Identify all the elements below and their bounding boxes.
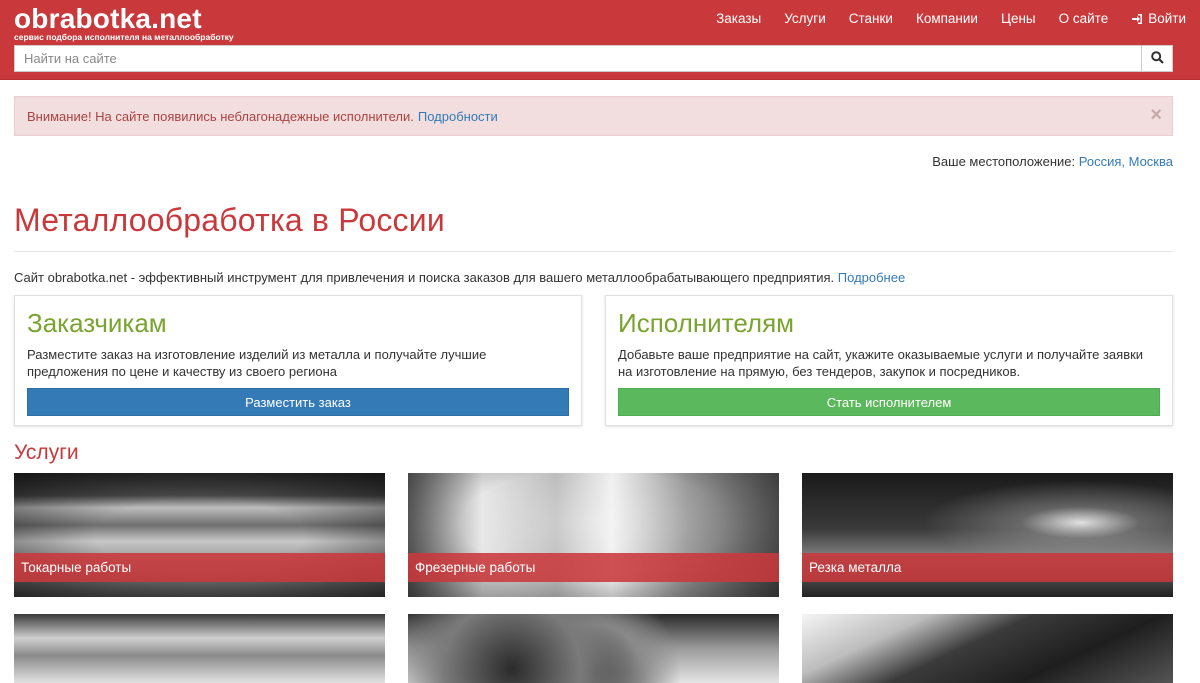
intro-more-link[interactable]: Подробнее <box>838 270 905 285</box>
customers-card: Заказчикам Разместите заказ на изготовле… <box>14 295 582 426</box>
page-title: Металлообработка в России <box>14 202 445 238</box>
close-icon[interactable]: × <box>1150 105 1162 125</box>
alert-details-link[interactable]: Подробности <box>418 109 498 124</box>
warning-alert: Внимание! На сайте появились неблагонаде… <box>14 96 1173 136</box>
nav-machines[interactable]: Станки <box>849 11 893 26</box>
service-tile-5[interactable] <box>408 614 779 683</box>
service-image-4 <box>14 614 385 683</box>
service-tile-label: Фрезерные работы <box>408 553 779 582</box>
location-label: Ваше местоположение: <box>932 154 1076 169</box>
service-tile-turning[interactable]: Токарные работы <box>14 473 385 597</box>
sign-in-icon <box>1131 13 1143 25</box>
customers-card-text: Разместите заказ на изготовление изделий… <box>27 347 487 379</box>
site-header: obrabotka.net сервис подбора исполнителя… <box>0 0 1200 80</box>
nav-companies[interactable]: Компании <box>916 11 978 26</box>
search-icon <box>1150 50 1164 67</box>
customers-card-title: Заказчикам <box>27 308 167 338</box>
place-order-button[interactable]: Разместить заказ <box>27 388 569 416</box>
logo-title: obrabotka.net <box>14 3 202 34</box>
service-tile-label: Резка металла <box>802 553 1173 582</box>
contractors-card-text: Добавьте ваше предприятие на сайт, укажи… <box>618 347 1144 379</box>
become-contractor-button[interactable]: Стать исполнителем <box>618 388 1160 416</box>
service-tile-6[interactable] <box>802 614 1173 683</box>
location-link[interactable]: Россия, Москва <box>1079 154 1173 169</box>
login-link[interactable]: Войти <box>1131 11 1186 26</box>
intro-text: Сайт obrabotka.net - эффективный инструм… <box>14 270 905 285</box>
search-input[interactable] <box>15 46 1141 71</box>
contractors-card: Исполнителям Добавьте ваше предприятие н… <box>605 295 1173 426</box>
contractors-card-title: Исполнителям <box>618 308 795 338</box>
main-nav: Заказы Услуги Станки Компании Цены О сай… <box>693 11 1186 26</box>
nav-services[interactable]: Услуги <box>784 11 826 26</box>
service-tile-milling[interactable]: Фрезерные работы <box>408 473 779 597</box>
site-logo[interactable]: obrabotka.net сервис подбора исполнителя… <box>14 4 234 42</box>
site-search <box>14 45 1173 72</box>
service-image-6 <box>802 614 1173 683</box>
intro-body: Сайт obrabotka.net - эффективный инструм… <box>14 270 835 285</box>
title-divider <box>14 251 1173 252</box>
alert-text: Внимание! На сайте появились неблагонаде… <box>27 108 414 124</box>
logo-subtitle: сервис подбора исполнителя на металлообр… <box>14 32 234 42</box>
login-label: Войти <box>1148 11 1186 26</box>
nav-about[interactable]: О сайте <box>1059 11 1109 26</box>
nav-prices[interactable]: Цены <box>1001 11 1036 26</box>
service-tile-cutting[interactable]: Резка металла <box>802 473 1173 597</box>
service-tile-label: Токарные работы <box>14 553 385 582</box>
services-title: Услуги <box>14 441 79 464</box>
location-bar: Ваше местоположение: Россия, Москва <box>932 154 1173 169</box>
nav-orders[interactable]: Заказы <box>716 11 761 26</box>
service-image-5 <box>408 614 779 683</box>
search-button[interactable] <box>1141 46 1172 71</box>
service-tile-4[interactable] <box>14 614 385 683</box>
